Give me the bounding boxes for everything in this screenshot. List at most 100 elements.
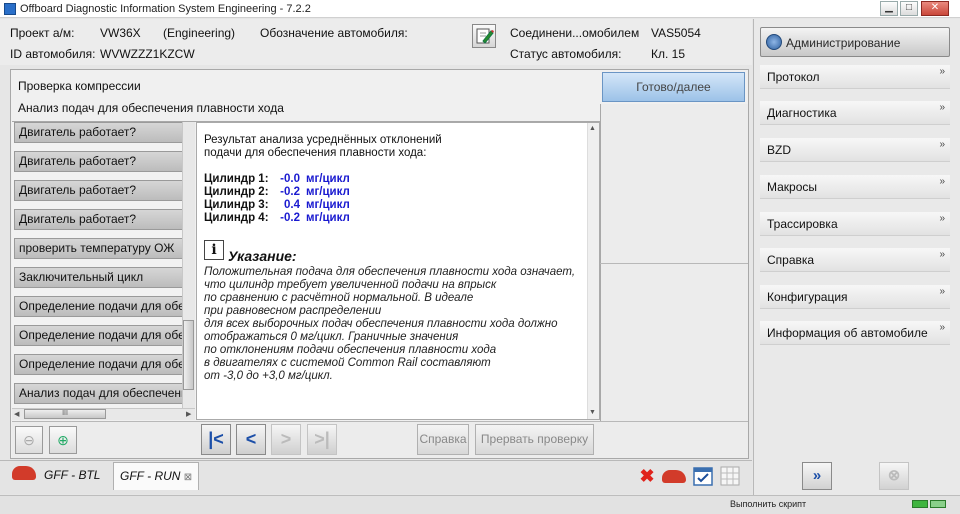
zoom-in-icon: ⊕ [57, 432, 69, 448]
vin-label: ID автомобиля: [10, 47, 96, 61]
chevron-down-icon: » [939, 249, 945, 260]
help-button[interactable]: Справка [417, 424, 469, 455]
result-intro-line: Результат анализа усреднённых отклонений [204, 134, 442, 146]
note-line: по сравнению с расчётной нормальной. В и… [204, 292, 474, 304]
chevron-down-icon: » [939, 66, 945, 77]
cylinder-value: -0.2 [280, 212, 300, 224]
tab-gff-run[interactable]: GFF - RUN ⊠ [113, 462, 200, 490]
scrollbar-thumb[interactable]: III [24, 409, 106, 419]
list-item[interactable]: Определение подачи для обесп [14, 325, 184, 346]
step-list: Двигатель работает? Двигатель работает? … [12, 122, 195, 419]
tab-label: GFF - RUN [120, 469, 181, 483]
chevron-down-icon: » [939, 139, 945, 150]
first-step-button[interactable]: |< [201, 424, 231, 455]
note-line: от -3,0 до +3,0 мг/цикл. [204, 370, 333, 382]
sidebar-item-label: Диагностика [767, 106, 837, 120]
cylinder-unit: мг/цикл [306, 173, 350, 185]
cylinder-unit: мг/цикл [306, 186, 350, 198]
cancel-icon[interactable]: ✖ [636, 465, 658, 487]
note-line: отображаться 0 мг/цикл. Граничные значен… [204, 331, 459, 343]
divider [600, 263, 748, 264]
result-scrollbar[interactable] [587, 123, 599, 419]
next-step-button[interactable]: > [271, 424, 301, 455]
list-item[interactable]: Двигатель работает? [14, 209, 184, 230]
checklist-icon[interactable] [692, 465, 714, 487]
sidebar-item-vehicle-info[interactable]: Информация об автомобиле » [760, 321, 950, 345]
scroll-up-icon[interactable]: ▲ [589, 125, 596, 132]
list-item[interactable]: проверить температуру ОЖ [14, 238, 184, 259]
sidebar-item-diagnostics[interactable]: Диагностика » [760, 101, 950, 125]
page-title: Проверка компрессии [18, 79, 141, 93]
vehicle-status-value: Кл. 15 [651, 47, 686, 61]
cylinder-value: -0.2 [280, 186, 300, 198]
project-label: Проект а/м: [10, 26, 75, 40]
car-icon [12, 466, 36, 480]
cylinder-label: Цилиндр 1: [204, 173, 269, 185]
note-line: Положительная подача для обеспечения пла… [204, 266, 576, 278]
grid-icon[interactable] [719, 465, 741, 487]
done-next-button[interactable]: Готово/далее [602, 72, 745, 102]
scroll-right-icon[interactable]: ▶ [186, 410, 191, 418]
chevron-down-icon: » [939, 102, 945, 113]
minimize-button[interactable]: ▁ [880, 1, 898, 16]
step-toolbar [12, 421, 748, 458]
previous-step-button[interactable]: < [236, 424, 266, 455]
list-item[interactable]: Заключительный цикл [14, 267, 184, 288]
sidebar-item-macros[interactable]: Макросы » [760, 175, 950, 199]
sidebar-item-tracing[interactable]: Трассировка » [760, 212, 950, 236]
sidebar-item-label: Справка [767, 253, 815, 267]
skip-last-icon: >| [314, 429, 330, 449]
forward-button[interactable]: » [802, 462, 832, 490]
list-item[interactable]: Двигатель работает? [14, 122, 184, 143]
project-value: VW36X [100, 26, 141, 40]
close-icon[interactable]: ⊠ [184, 472, 192, 483]
action-column [600, 104, 748, 458]
double-chevron-right-icon: » [812, 467, 822, 484]
vin-value: WVWZZZ1KZCW [100, 47, 195, 61]
sidebar-item-help[interactable]: Справка » [760, 248, 950, 272]
zoom-out-button[interactable]: ⊖ [15, 426, 43, 454]
edit-icon [476, 28, 494, 44]
vehicle-status-label: Статус автомобиля: [510, 47, 622, 61]
abort-test-button[interactable]: Прервать проверку [475, 424, 594, 455]
status-text: Выполнить скрипт [730, 499, 807, 509]
list-item[interactable]: Двигатель работает? [14, 151, 184, 172]
gear-icon [766, 34, 782, 50]
list-item[interactable]: Анализ подач для обеспечения [14, 383, 184, 404]
page-subtitle: Анализ подач для обеспечения плавности х… [18, 101, 284, 115]
maximize-button[interactable]: □ [900, 1, 918, 16]
close-window-button[interactable]: ✕ [921, 1, 949, 16]
tab-label: GFF - BTL [44, 468, 101, 482]
cylinder-label: Цилиндр 2: [204, 186, 269, 198]
scroll-down-icon[interactable]: ▼ [589, 409, 596, 416]
stop-button[interactable]: ⊗ [879, 462, 909, 490]
note-title: Указание: [228, 248, 297, 264]
zoom-in-button[interactable]: ⊕ [49, 426, 77, 454]
chevron-down-icon: » [939, 176, 945, 187]
cylinder-unit: мг/цикл [306, 199, 350, 211]
chevron-down-icon: » [939, 322, 945, 333]
window-title: Offboard Diagnostic Information System E… [20, 3, 311, 15]
scrollbar-thumb[interactable] [183, 320, 194, 390]
cylinder-label: Цилиндр 4: [204, 212, 269, 224]
connection-value: VAS5054 [651, 26, 701, 40]
vehicle-designation-label: Обозначение автомобиля: [260, 26, 408, 40]
sidebar-item-label: Протокол [767, 70, 820, 84]
edit-vehicle-button[interactable] [472, 24, 496, 48]
note-line: для всех выборочных подач обеспечения пл… [204, 318, 558, 330]
list-item[interactable]: Определение подачи для обесп [14, 296, 184, 317]
list-item[interactable]: Двигатель работает? [14, 180, 184, 201]
sidebar-item-bzd[interactable]: BZD » [760, 138, 950, 162]
chevron-left-icon: < [245, 429, 257, 449]
connection-label: Соединени...омобилем [510, 26, 640, 40]
car-icon[interactable] [662, 470, 686, 483]
sidebar-item-configuration[interactable]: Конфигурация » [760, 285, 950, 309]
sidebar-item-protocol[interactable]: Протокол » [760, 65, 950, 89]
list-item[interactable]: Определение подачи для обесп [14, 354, 184, 375]
tab-gff-btl[interactable]: GFF - BTL [38, 462, 106, 490]
last-step-button[interactable]: >| [307, 424, 337, 455]
sidebar-item-label: BZD [767, 143, 791, 157]
note-line: по отклонениям подачи обеспечения плавно… [204, 344, 497, 356]
note-line: в двигателях с системой Common Rail сост… [204, 357, 491, 369]
scroll-left-icon[interactable]: ◀ [14, 410, 19, 418]
